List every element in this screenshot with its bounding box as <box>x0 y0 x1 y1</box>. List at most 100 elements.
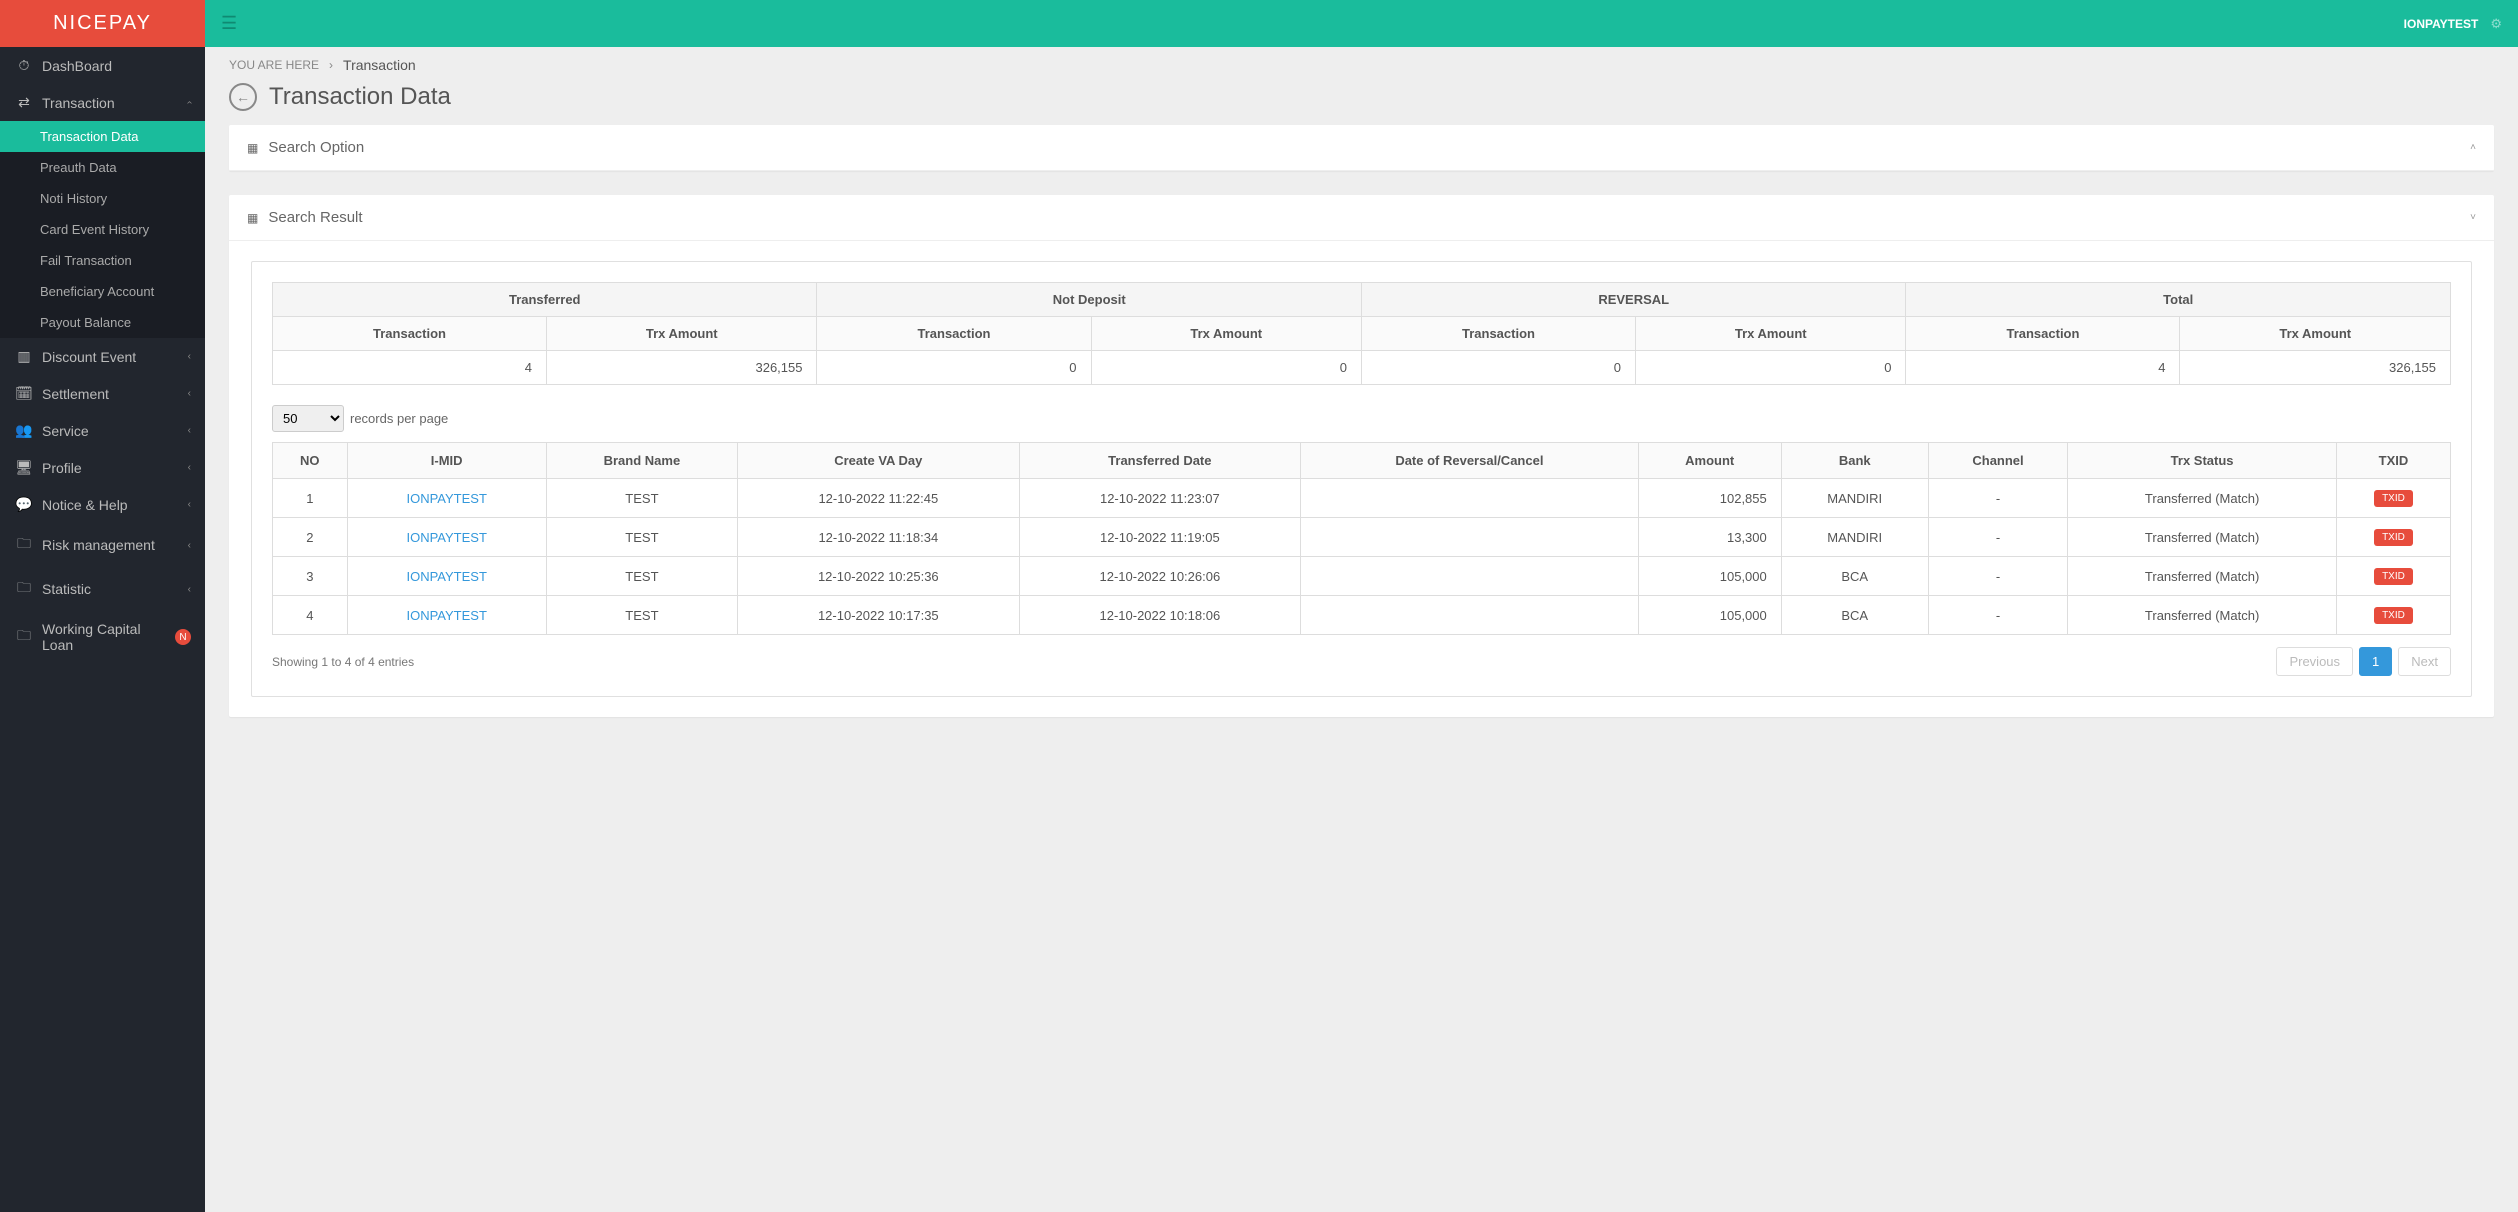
breadcrumb-prefix: YOU ARE HERE <box>229 58 319 72</box>
subnav-fail-transaction[interactable]: Fail Transaction <box>0 245 205 276</box>
cell: - <box>1928 518 2068 557</box>
column-header[interactable]: Amount <box>1638 443 1781 479</box>
showing-text: Showing 1 to 4 of 4 entries <box>272 655 414 669</box>
sidebar-item-profile[interactable]: 🖥Profile‹ <box>0 449 205 486</box>
cell: TEST <box>546 518 737 557</box>
cell: 2 <box>273 518 348 557</box>
records-per-page: 102550100 records per page <box>272 405 2451 432</box>
nav-label: Service <box>42 423 188 439</box>
summary-table: TransferredNot DepositREVERSALTotal Tran… <box>272 282 2451 385</box>
cell: BCA <box>1781 596 1928 635</box>
chevron-left-icon: ‹ <box>188 540 191 551</box>
summary-cell: 0 <box>1635 351 1905 385</box>
sidebar-item-risk-management[interactable]: 🗀Risk management‹ <box>0 523 205 567</box>
cell: - <box>1928 479 2068 518</box>
txid-button[interactable]: TXID <box>2374 607 2413 624</box>
transaction-table: NOI-MIDBrand NameCreate VA DayTransferre… <box>272 442 2451 635</box>
back-button[interactable]: ← <box>229 83 257 111</box>
column-header[interactable]: Channel <box>1928 443 2068 479</box>
column-header[interactable]: Transferred Date <box>1019 443 1301 479</box>
cell: 12-10-2022 11:19:05 <box>1019 518 1301 557</box>
txid-button[interactable]: TXID <box>2374 490 2413 507</box>
panel-search-option-header[interactable]: ▦ Search Option ˄ <box>229 125 2494 171</box>
panel-search-result: ▦ Search Result ˅ TransferredNot Deposit… <box>229 195 2494 717</box>
sidebar-item-settlement[interactable]: 🗓Settlement‹ <box>0 375 205 412</box>
cell: 12-10-2022 10:26:06 <box>1019 557 1301 596</box>
nav-icon: 👥 <box>14 422 34 439</box>
imid-link[interactable]: IONPAYTEST <box>406 491 486 506</box>
grid-icon: ▦ <box>247 211 258 225</box>
sidebar-item-statistic[interactable]: 🗀Statistic‹ <box>0 567 205 611</box>
cell: Transferred (Match) <box>2068 479 2337 518</box>
gear-icon[interactable]: ⚙ <box>2490 16 2502 32</box>
chevron-down-icon[interactable]: ˅ <box>2470 212 2476 223</box>
nav-icon: 🗀 <box>14 533 34 557</box>
cell <box>1301 518 1639 557</box>
sidebar-item-working-capital-loan[interactable]: 🗀Working Capital LoanN <box>0 611 205 663</box>
txid-button[interactable]: TXID <box>2374 529 2413 546</box>
summary-cell: 0 <box>1091 351 1361 385</box>
column-header[interactable]: Bank <box>1781 443 1928 479</box>
cell: 12-10-2022 11:22:45 <box>738 479 1020 518</box>
cell: TXID <box>2336 518 2450 557</box>
column-header[interactable]: Brand Name <box>546 443 737 479</box>
cell: IONPAYTEST <box>347 557 546 596</box>
nav-label: Notice & Help <box>42 497 188 513</box>
cell <box>1301 557 1639 596</box>
chevron-up-icon[interactable]: ˄ <box>2470 142 2476 153</box>
summary-subhead: Trx Amount <box>2180 317 2451 351</box>
cell: 13,300 <box>1638 518 1781 557</box>
subnav-preauth-data[interactable]: Preauth Data <box>0 152 205 183</box>
cell: MANDIRI <box>1781 518 1928 557</box>
pager-next[interactable]: Next <box>2398 647 2451 676</box>
nav-icon: ▥ <box>14 348 34 365</box>
imid-link[interactable]: IONPAYTEST <box>406 569 486 584</box>
imid-link[interactable]: IONPAYTEST <box>406 608 486 623</box>
nav-label: Working Capital Loan <box>42 621 171 653</box>
nav-label: Profile <box>42 460 188 476</box>
column-header[interactable]: Create VA Day <box>738 443 1020 479</box>
cell: TXID <box>2336 596 2450 635</box>
cell: 105,000 <box>1638 596 1781 635</box>
subnav-noti-history[interactable]: Noti History <box>0 183 205 214</box>
subnav-payout-balance[interactable]: Payout Balance <box>0 307 205 338</box>
subnav-card-event-history[interactable]: Card Event History <box>0 214 205 245</box>
sidebar-item-discount-event[interactable]: ▥Discount Event‹ <box>0 338 205 375</box>
cell: Transferred (Match) <box>2068 557 2337 596</box>
txid-button[interactable]: TXID <box>2374 568 2413 585</box>
nav-label: Discount Event <box>42 349 188 365</box>
cell: 12-10-2022 11:23:07 <box>1019 479 1301 518</box>
summary-cell: 4 <box>1906 351 2180 385</box>
column-header[interactable]: TXID <box>2336 443 2450 479</box>
nav-label: Statistic <box>42 581 188 597</box>
table-row: 4IONPAYTESTTEST12-10-2022 10:17:3512-10-… <box>273 596 2451 635</box>
panel-search-result-header[interactable]: ▦ Search Result ˅ <box>229 195 2494 241</box>
nav-label: DashBoard <box>42 58 191 74</box>
sidebar-item-service[interactable]: 👥Service‹ <box>0 412 205 449</box>
subnav-beneficiary-account[interactable]: Beneficiary Account <box>0 276 205 307</box>
column-header[interactable]: Trx Status <box>2068 443 2337 479</box>
menu-toggle-icon[interactable]: ☰ <box>221 13 237 34</box>
nav-icon: 🗀 <box>14 577 34 601</box>
column-header[interactable]: Date of Reversal/Cancel <box>1301 443 1639 479</box>
sidebar-item-dashboard[interactable]: ⏱DashBoard <box>0 47 205 84</box>
nav-label: Transaction <box>42 95 188 111</box>
column-header[interactable]: I-MID <box>347 443 546 479</box>
cell: 1 <box>273 479 348 518</box>
column-header[interactable]: NO <box>273 443 348 479</box>
imid-link[interactable]: IONPAYTEST <box>406 530 486 545</box>
user-label[interactable]: IONPAYTEST <box>2404 17 2479 31</box>
cell: 105,000 <box>1638 557 1781 596</box>
pager-page-1[interactable]: 1 <box>2359 647 2392 676</box>
pager-prev[interactable]: Previous <box>2276 647 2353 676</box>
table-row: 3IONPAYTESTTEST12-10-2022 10:25:3612-10-… <box>273 557 2451 596</box>
per-page-select[interactable]: 102550100 <box>272 405 344 432</box>
nav-icon: 🗀 <box>14 625 34 649</box>
topbar: ☰ IONPAYTEST ⚙ <box>205 0 2518 47</box>
sidebar-item-transaction[interactable]: ⇄Transaction‹ <box>0 84 205 121</box>
cell: TEST <box>546 557 737 596</box>
subnav-transaction-data[interactable]: Transaction Data <box>0 121 205 152</box>
summary-subhead: Transaction <box>273 317 547 351</box>
sidebar-item-notice-help[interactable]: 💬Notice & Help‹ <box>0 486 205 523</box>
cell: 4 <box>273 596 348 635</box>
